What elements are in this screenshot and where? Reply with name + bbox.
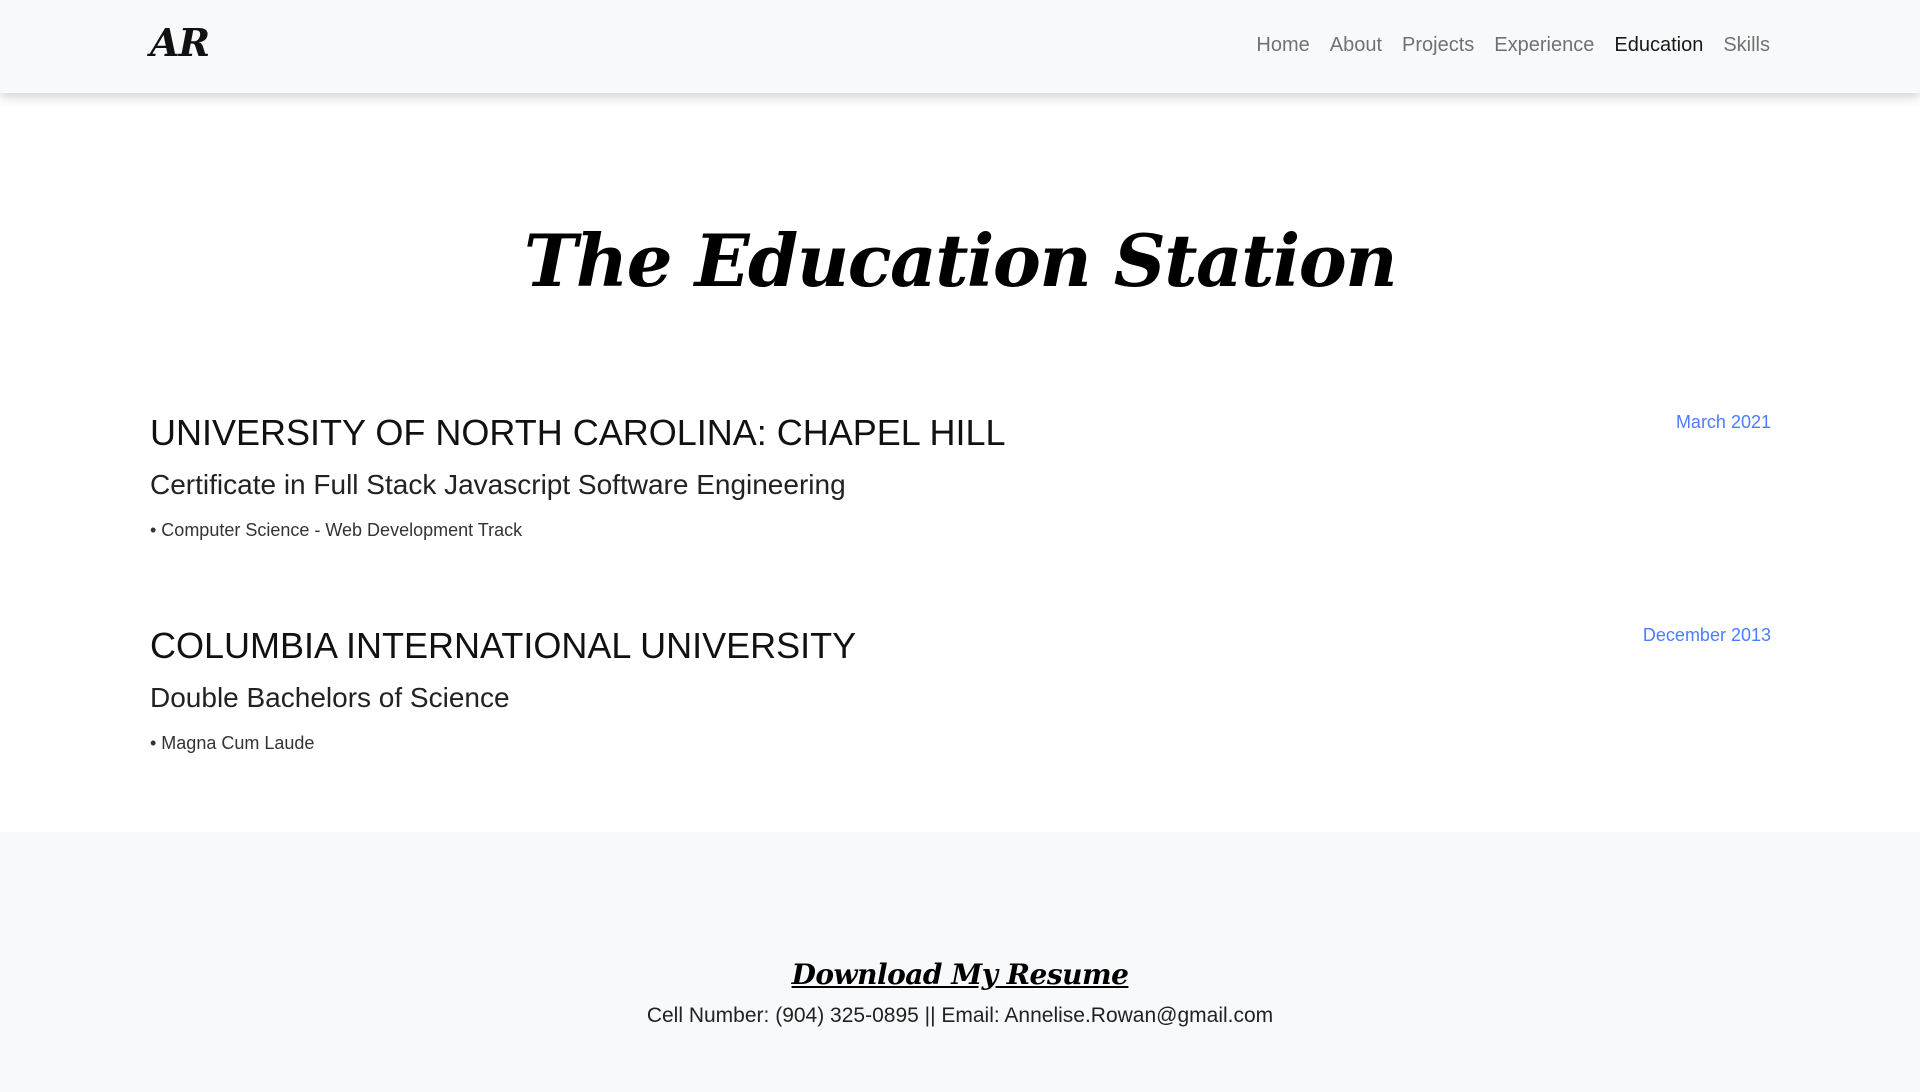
top-navbar: AR Home About Projects Experience Educat… bbox=[0, 0, 1920, 93]
nav-link-projects[interactable]: Projects bbox=[1402, 34, 1474, 57]
degree-title: Certificate in Full Stack Javascript Sof… bbox=[150, 469, 846, 500]
education-date: March 2021 bbox=[1675, 412, 1771, 432]
degree-title: Double Bachelors of Science bbox=[150, 682, 510, 713]
nav-link-experience[interactable]: Experience bbox=[1494, 34, 1594, 57]
nav-link-home[interactable]: Home bbox=[1256, 34, 1309, 57]
education-item: COLUMBIA INTERNATIONAL UNIVERSITY Double… bbox=[150, 621, 1771, 755]
nav-link-about[interactable]: About bbox=[1330, 34, 1382, 57]
download-resume-link[interactable]: Download My Resume bbox=[0, 958, 1920, 991]
school-name: UNIVERSITY OF NORTH CAROLINA: CHAPEL HIL… bbox=[150, 412, 1006, 453]
nav-links: Home About Projects Experience Education… bbox=[1256, 34, 1770, 57]
degree-detail: • Computer Science - Web Development Tra… bbox=[150, 520, 523, 540]
education-item: UNIVERSITY OF NORTH CAROLINA: CHAPEL HIL… bbox=[150, 408, 1771, 542]
nav-link-education[interactable]: Education bbox=[1614, 34, 1703, 57]
page-title: The Education Station bbox=[523, 218, 1398, 303]
brand-logo[interactable]: AR bbox=[150, 20, 210, 65]
degree-detail: • Magna Cum Laude bbox=[150, 733, 315, 753]
contact-info: Cell Number: (904) 325-0895 || Email: An… bbox=[646, 1004, 1274, 1027]
footer: Download My Resume Cell Number: (904) 32… bbox=[0, 832, 1920, 1092]
nav-link-skills[interactable]: Skills bbox=[1723, 34, 1770, 57]
school-name: COLUMBIA INTERNATIONAL UNIVERSITY bbox=[150, 625, 857, 666]
education-date: December 2013 bbox=[1642, 625, 1771, 645]
